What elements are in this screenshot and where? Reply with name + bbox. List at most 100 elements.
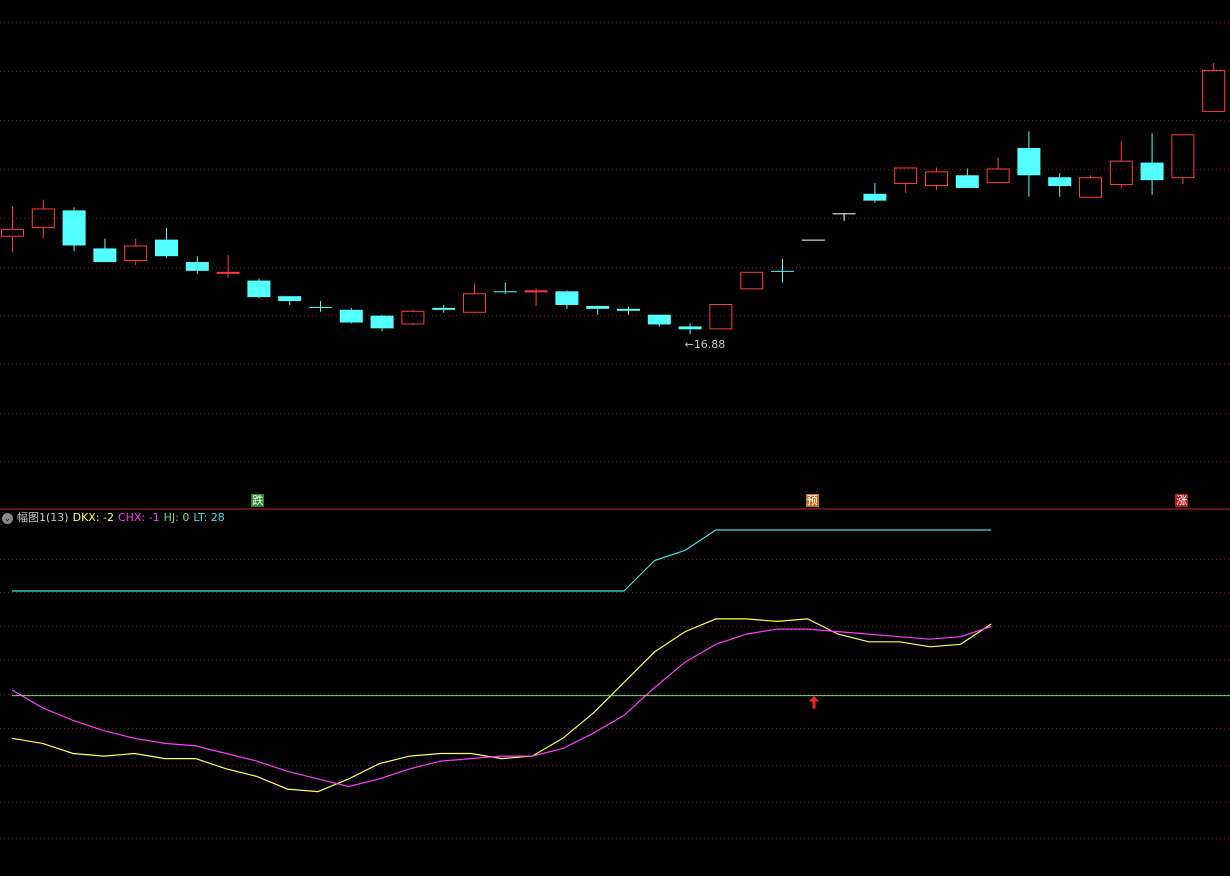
candle-body — [1171, 134, 1195, 179]
candle-body — [1017, 147, 1041, 176]
candle — [1, 206, 24, 253]
lt-label: LT: 28 — [193, 511, 225, 524]
candle-body — [740, 271, 764, 290]
candle — [31, 199, 55, 239]
candle — [155, 227, 178, 259]
candle-body — [432, 307, 456, 310]
candle — [617, 306, 640, 315]
candle-body — [339, 309, 363, 323]
candle-body — [863, 193, 887, 201]
candle — [432, 304, 456, 313]
candle — [925, 167, 948, 190]
grid-lines — [0, 22, 1230, 839]
candle-body — [801, 239, 825, 241]
candle — [955, 168, 979, 188]
min-price-annotation: ←16.88 — [684, 338, 727, 351]
signal-rise-badge: 涨 — [1175, 494, 1189, 507]
candle — [1017, 131, 1041, 197]
candle — [1079, 175, 1102, 198]
series-chx-line — [11, 625, 992, 788]
candle — [278, 296, 302, 305]
candle — [524, 288, 548, 306]
arrow-up-icon — [809, 695, 819, 709]
candle — [647, 314, 671, 327]
candle-body — [771, 270, 794, 272]
signal-pre-badge: 预 — [805, 494, 819, 507]
candle-body — [278, 296, 302, 302]
candle — [247, 278, 271, 299]
stock-chart[interactable] — [0, 0, 1230, 876]
candle-body — [1109, 160, 1133, 186]
candle — [986, 157, 1010, 184]
candle-body — [401, 310, 425, 325]
signal-fall-badge: 跌 — [251, 494, 265, 507]
hj-label: HJ: 0 — [163, 511, 190, 524]
candle — [493, 282, 517, 295]
candle-body — [586, 305, 610, 309]
candle-body — [370, 315, 394, 329]
candle-body — [524, 290, 548, 293]
candlestick-series — [1, 63, 1226, 335]
candle — [1202, 63, 1226, 112]
candle — [586, 305, 610, 315]
candle — [1140, 133, 1164, 195]
candle-body — [1, 228, 24, 237]
candle-body — [1202, 69, 1226, 112]
candle — [62, 207, 86, 252]
chx-label: CHX: -1 — [117, 511, 160, 524]
candle — [863, 183, 887, 203]
dkx-label: DKX: -2 — [72, 511, 114, 524]
indicator-series — [11, 529, 1230, 793]
candle — [309, 301, 332, 312]
candle-body — [832, 213, 856, 215]
candle — [709, 303, 733, 330]
candle-body — [1079, 177, 1102, 198]
candle-body — [247, 280, 271, 298]
candle — [894, 167, 918, 193]
candle-body — [617, 308, 640, 311]
candle — [555, 290, 579, 309]
candle — [401, 309, 425, 326]
arrow-left-icon: ← — [684, 338, 694, 352]
candle — [93, 238, 117, 263]
candle — [740, 271, 764, 290]
candle — [463, 283, 486, 313]
candle-body — [463, 293, 486, 313]
series-lt-line — [12, 529, 992, 592]
candle-body — [155, 239, 178, 257]
candle — [124, 238, 148, 265]
candle — [678, 323, 702, 335]
candle-body — [925, 171, 948, 186]
candle — [370, 314, 394, 332]
candle-body — [894, 167, 918, 185]
candle-body — [647, 314, 671, 325]
candle — [1171, 134, 1195, 185]
candle — [185, 256, 209, 274]
candle-body — [93, 248, 117, 263]
candle — [771, 259, 794, 283]
candle-body — [124, 245, 148, 262]
min-price-value: 16.88 — [693, 338, 726, 352]
candle-body — [31, 208, 55, 228]
candle-body — [1048, 177, 1072, 186]
candle-body — [62, 210, 86, 246]
candle-body — [555, 291, 579, 305]
candle — [1109, 141, 1133, 188]
candle-body — [1140, 162, 1164, 181]
candle-body — [955, 175, 979, 188]
candle-body — [493, 291, 517, 293]
candle — [832, 213, 856, 222]
indicator-title-bar: ⌄ 幅图1(13) DKX: -2 CHX: -1 HJ: 0 LT: 28 — [2, 511, 229, 525]
candle — [801, 239, 825, 241]
candle — [1048, 173, 1072, 197]
candle-body — [678, 326, 702, 330]
chevron-down-icon[interactable]: ⌄ — [2, 512, 13, 524]
candle-body — [309, 306, 332, 308]
candle-body — [986, 168, 1010, 184]
indicator-name[interactable]: 幅图1(13) — [17, 511, 69, 524]
candle-body — [216, 271, 240, 274]
candle-body — [185, 262, 209, 271]
candle-body — [709, 303, 733, 330]
candle — [339, 307, 363, 324]
candle — [216, 255, 240, 278]
